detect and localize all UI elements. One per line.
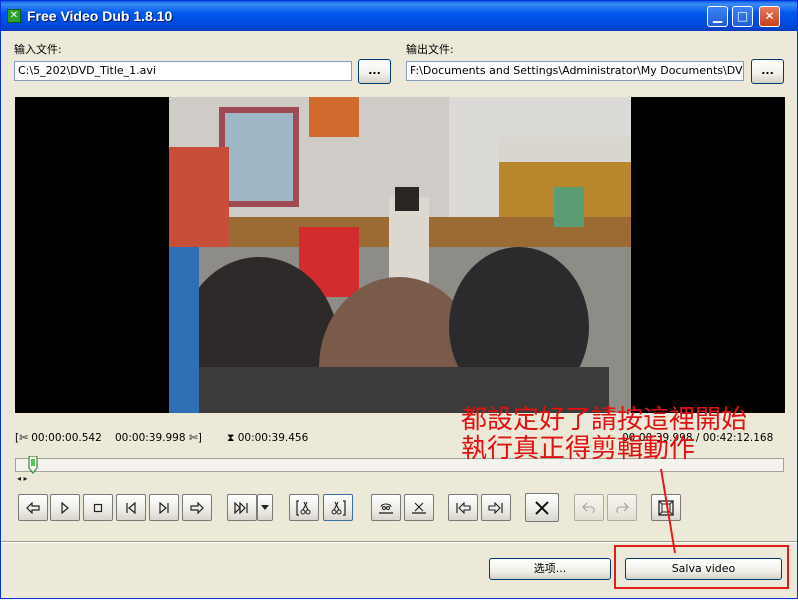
output-file-field[interactable]: F:\Documents and Settings\Administrator\… — [406, 61, 744, 81]
maximize-icon: □ — [736, 9, 749, 23]
fit-window-button[interactable] — [651, 494, 681, 521]
close-icon: ✕ — [764, 9, 775, 23]
previous-keyframe-icon — [126, 501, 136, 514]
mark-end-button[interactable] — [323, 494, 353, 521]
mark-end-icon — [331, 499, 346, 516]
hourglass-icon: ⧗ — [227, 432, 235, 444]
minimize-icon: ▁ — [712, 9, 723, 23]
annotation-highlight-box — [614, 545, 789, 589]
selection-length-time: 00:00:39.456 — [237, 432, 309, 444]
app-logo-icon: ✕ — [7, 9, 21, 23]
input-file-label: 输入文件: — [14, 43, 62, 56]
skip-end-button[interactable] — [227, 494, 257, 521]
redo-icon — [616, 502, 629, 513]
next-frame-icon — [190, 501, 204, 514]
play-button[interactable] — [50, 494, 80, 521]
dropdown-arrow-icon — [261, 504, 269, 510]
maximize-button[interactable]: □ — [732, 6, 753, 27]
clear-selection-icon — [412, 502, 426, 514]
clear-selection-button[interactable] — [404, 494, 434, 521]
selection-end-time: 00:00:39.998 — [115, 432, 186, 444]
skip-dropdown-button[interactable] — [257, 494, 273, 521]
delete-button[interactable] — [525, 493, 559, 522]
selection-start-group: [✄ 00:00:00.542 — [15, 432, 102, 444]
skip-end-icon — [234, 501, 248, 514]
selection-end-group: 00:00:39.998 ✄] — [115, 432, 202, 444]
previous-marker-button[interactable] — [448, 494, 478, 521]
selection-markers: ◂ ▸ — [17, 474, 28, 483]
fit-window-icon — [658, 499, 674, 516]
next-marker-button[interactable] — [481, 494, 511, 521]
input-file-field[interactable]: C:\5_202\DVD_Title_1.avi — [14, 61, 352, 81]
mark-start-button[interactable] — [289, 494, 319, 521]
undo-button[interactable] — [574, 494, 604, 521]
mark-start-icon — [296, 499, 311, 516]
mark-end-small-icon: ✄] — [188, 432, 202, 444]
previous-frame-button[interactable] — [18, 494, 48, 521]
window-title: Free Video Dub 1.8.10 — [27, 8, 173, 24]
output-browse-button[interactable]: ... — [751, 59, 784, 84]
annotation-line-1: 都設定好了請按這裡開始 — [461, 405, 748, 435]
video-preview — [15, 97, 785, 413]
goto-selection-start-button[interactable] — [371, 494, 401, 521]
output-file-label: 输出文件: — [406, 43, 454, 56]
selection-length-group: ⧗ 00:00:39.456 — [227, 432, 308, 445]
play-icon — [61, 501, 69, 514]
goto-selection-start-icon — [379, 503, 393, 514]
title-bar[interactable]: ✕ Free Video Dub 1.8.10 ▁ □ ✕ — [1, 1, 797, 31]
next-keyframe-button[interactable] — [149, 494, 179, 521]
options-button[interactable]: 选项... — [489, 558, 611, 580]
separator — [1, 541, 797, 543]
undo-icon — [582, 502, 595, 513]
previous-frame-icon — [26, 501, 40, 514]
slider-thumb[interactable] — [28, 456, 38, 474]
next-keyframe-icon — [159, 501, 169, 514]
app-window: ✕ Free Video Dub 1.8.10 ▁ □ ✕ 输入文件: C:\5… — [0, 0, 798, 599]
minimize-button[interactable]: ▁ — [707, 6, 728, 27]
mark-start-small-icon: [✄ — [15, 432, 28, 444]
input-browse-button[interactable]: ... — [358, 59, 391, 84]
close-button[interactable]: ✕ — [759, 6, 780, 27]
stop-icon — [93, 503, 103, 512]
next-marker-icon — [488, 501, 503, 514]
redo-button[interactable] — [607, 494, 637, 521]
previous-keyframe-button[interactable] — [116, 494, 146, 521]
annotation-line-2: 執行真正得剪輯動作 — [461, 434, 696, 464]
video-frame — [169, 97, 631, 413]
stop-button[interactable] — [83, 494, 113, 521]
selection-start-time: 00:00:00.542 — [31, 432, 102, 444]
previous-marker-icon — [456, 501, 471, 514]
delete-icon — [535, 500, 549, 515]
next-frame-button[interactable] — [182, 494, 212, 521]
